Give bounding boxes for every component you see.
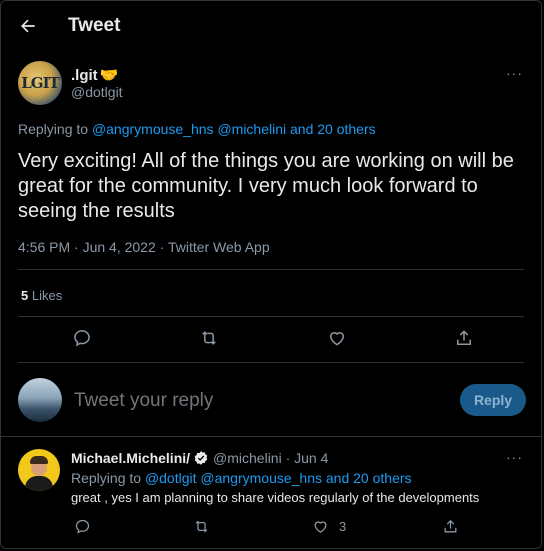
author-display-name: .lgit	[71, 67, 98, 84]
verified-badge-icon	[193, 450, 209, 469]
handshake-emoji: 🤝	[99, 67, 119, 84]
current-user-avatar[interactable]	[18, 378, 62, 422]
likes-label: Likes	[31, 288, 63, 303]
share-icon	[457, 330, 471, 345]
reply-action-button[interactable]	[70, 326, 94, 350]
author-handle[interactable]: @dotlgit	[71, 84, 123, 100]
tweet-timestamp[interactable]: 4:56 PM · Jun 4, 2022 · Twitter Web App	[18, 239, 270, 255]
tweet-actions	[1, 326, 541, 356]
reply-like-count: 3	[339, 519, 347, 534]
avatar[interactable]: LGIT	[18, 61, 62, 105]
heart-icon	[314, 520, 326, 533]
reply-author-avatar[interactable]	[18, 449, 60, 491]
reply-actions: 3	[1, 514, 541, 544]
replying-to: Replying to @angrymouse_hns @michelini a…	[18, 121, 376, 137]
reply-retweet-button[interactable]	[189, 514, 213, 538]
avatar-logo-text: LGIT	[21, 74, 60, 92]
author-name[interactable]: .lgit 🤝	[71, 66, 118, 84]
reply-author-handle-date[interactable]: @michelini · Jun 4	[213, 450, 328, 466]
back-button[interactable]	[15, 13, 41, 39]
share-icon	[444, 519, 456, 532]
likes-count[interactable]: 5 Likes	[21, 288, 62, 303]
heart-icon	[329, 332, 345, 346]
page-title: Tweet	[68, 15, 121, 36]
avatar-figure	[25, 476, 53, 491]
comment-icon	[74, 330, 90, 347]
replying-to-links[interactable]: @angrymouse_hns @michelini and 20 others	[92, 121, 376, 137]
replying-prefix: Replying to	[71, 470, 142, 486]
header-bar: Tweet	[1, 1, 541, 51]
divider	[18, 316, 524, 317]
retweet-action-button[interactable]	[197, 326, 221, 350]
divider	[18, 362, 524, 363]
likes-number: 5	[21, 288, 29, 303]
like-action-button[interactable]	[325, 326, 349, 350]
replying-to-links[interactable]: @dotlgit @angrymouse_hns and 20 others	[145, 470, 412, 486]
reply-input[interactable]: Tweet your reply	[74, 390, 213, 412]
retweet-icon	[195, 520, 207, 532]
divider	[18, 269, 524, 270]
reply-comment-button[interactable]	[70, 514, 94, 538]
reply-replying-to: Replying to @dotlgit @angrymouse_hns and…	[71, 470, 412, 486]
reply-author-line: Michael.Michelini/ @michelini · Jun 4	[71, 450, 328, 469]
more-options-button[interactable]: ···	[506, 65, 523, 81]
avatar-hair	[30, 456, 48, 464]
comment-icon	[75, 519, 89, 534]
reply-share-button[interactable]	[438, 514, 462, 538]
replying-prefix: Replying to	[18, 121, 89, 137]
tweet-text: Very exciting! All of the things you are…	[18, 150, 514, 222]
reply-button[interactable]: Reply	[460, 384, 526, 416]
reply-author-name[interactable]: Michael.Michelini/	[71, 450, 190, 466]
reply-like-button[interactable]	[308, 514, 332, 538]
arrow-left-icon	[21, 19, 35, 33]
reply-text: great , yes I am planning to share video…	[71, 490, 480, 505]
retweet-icon	[202, 331, 216, 345]
share-action-button[interactable]	[452, 326, 476, 350]
divider	[1, 436, 541, 437]
reply-more-options-button[interactable]: ···	[506, 449, 523, 465]
tweet-detail-panel: Tweet LGIT .lgit 🤝 @dotlgit ··· Replying …	[0, 0, 542, 549]
